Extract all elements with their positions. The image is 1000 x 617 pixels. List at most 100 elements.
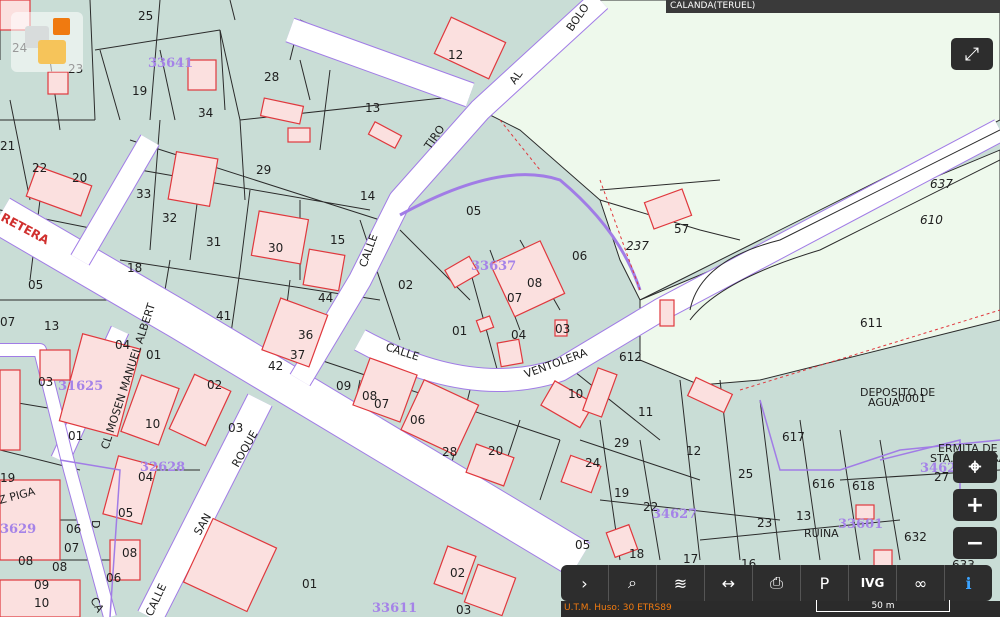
fullscreen-button[interactable]: ⤢ [951, 38, 993, 70]
svg-text:08: 08 [527, 276, 542, 290]
svg-text:616: 616 [812, 477, 835, 491]
svg-text:0001: 0001 [898, 392, 926, 405]
svg-text:19: 19 [132, 84, 147, 98]
svg-text:03: 03 [555, 322, 570, 336]
svg-text:03: 03 [38, 375, 53, 389]
svg-text:3629: 3629 [0, 522, 36, 537]
measure-icon: ↔ [721, 573, 736, 593]
svg-text:08: 08 [52, 560, 67, 574]
svg-text:09: 09 [336, 379, 351, 393]
app-logo [11, 12, 83, 72]
svg-text:12: 12 [686, 444, 701, 458]
layers-icon: ≋ [673, 573, 688, 593]
zoom-out-button[interactable]: − [953, 527, 997, 559]
svg-text:05: 05 [118, 506, 133, 520]
svg-text:18: 18 [629, 547, 644, 561]
cadastral-map[interactable]: 25 24 23 12 19 34 28 13 21 22 20 33 32 2… [0, 0, 1000, 617]
svg-text:31: 31 [206, 235, 221, 249]
svg-text:05: 05 [28, 278, 43, 292]
municipality-label: CALANDA(TERUEL) [666, 0, 1000, 13]
svg-text:19: 19 [614, 486, 629, 500]
svg-text:610: 610 [920, 213, 943, 227]
svg-text:12: 12 [448, 48, 463, 62]
svg-text:29: 29 [614, 436, 629, 450]
svg-text:07: 07 [507, 291, 522, 305]
ivg-button[interactable]: IVG [849, 565, 897, 601]
svg-text:612: 612 [619, 350, 642, 364]
svg-text:632: 632 [904, 530, 927, 544]
parking-button[interactable]: P [801, 565, 849, 601]
svg-text:33611: 33611 [372, 601, 417, 616]
svg-text:30: 30 [268, 241, 283, 255]
svg-text:18: 18 [127, 261, 142, 275]
expand-toolbar-button[interactable]: › [561, 565, 609, 601]
svg-text:07: 07 [374, 397, 389, 411]
locate-button[interactable]: ⌖ [953, 451, 997, 483]
svg-text:32628: 32628 [140, 460, 185, 475]
svg-text:28: 28 [264, 70, 279, 84]
svg-text:19: 19 [0, 471, 15, 485]
svg-text:237: 237 [626, 239, 649, 253]
svg-text:01: 01 [146, 348, 161, 362]
info-button[interactable]: ℹ [945, 565, 992, 601]
info-icon: ℹ [965, 573, 972, 593]
svg-text:14: 14 [360, 189, 375, 203]
svg-text:23: 23 [757, 516, 772, 530]
search-button[interactable]: ⌕ [609, 565, 657, 601]
svg-text:22: 22 [32, 161, 47, 175]
svg-text:637: 637 [930, 177, 953, 191]
svg-text:02: 02 [207, 378, 222, 392]
svg-text:20: 20 [72, 171, 87, 185]
binoculars-button[interactable]: ∞ [897, 565, 945, 601]
svg-text:24: 24 [585, 456, 600, 470]
svg-text:02: 02 [398, 278, 413, 292]
svg-text:01: 01 [302, 577, 317, 591]
svg-text:AGUA: AGUA [868, 396, 900, 409]
plus-icon: + [965, 492, 985, 518]
svg-text:44: 44 [318, 291, 333, 305]
zoom-in-button[interactable]: + [953, 489, 997, 521]
print-button[interactable]: ⎙ [753, 565, 801, 601]
svg-text:04: 04 [511, 328, 526, 342]
svg-text:42: 42 [268, 359, 283, 373]
svg-text:21: 21 [0, 139, 15, 153]
svg-text:57: 57 [674, 222, 689, 236]
svg-text:25: 25 [138, 9, 153, 23]
svg-text:05: 05 [466, 204, 481, 218]
svg-text:03: 03 [228, 421, 243, 435]
svg-text:617: 617 [782, 430, 805, 444]
svg-text:D: D [89, 520, 102, 528]
measure-button[interactable]: ↔ [705, 565, 753, 601]
svg-text:08: 08 [18, 554, 33, 568]
svg-text:06: 06 [66, 522, 81, 536]
svg-text:33641: 33641 [148, 56, 193, 71]
svg-text:28: 28 [442, 445, 457, 459]
svg-text:06: 06 [572, 249, 587, 263]
svg-text:01: 01 [68, 429, 83, 443]
svg-text:RUINA: RUINA [804, 527, 839, 540]
svg-text:13: 13 [796, 509, 811, 523]
svg-text:02: 02 [450, 566, 465, 580]
layers-button[interactable]: ≋ [657, 565, 705, 601]
svg-text:29: 29 [256, 163, 271, 177]
chevron-right-icon: › [581, 573, 588, 593]
svg-text:41: 41 [216, 309, 231, 323]
svg-text:04: 04 [115, 338, 130, 352]
svg-text:10: 10 [145, 417, 160, 431]
svg-text:13: 13 [365, 101, 380, 115]
svg-text:13: 13 [44, 319, 59, 333]
map-toolbar: › ⌕ ≋ ↔ ⎙ P IVG ∞ ℹ [561, 565, 1000, 601]
svg-text:08: 08 [122, 546, 137, 560]
scale-bar: 50 m [816, 600, 950, 612]
svg-text:33637: 33637 [471, 259, 516, 274]
svg-text:20: 20 [488, 444, 503, 458]
svg-text:03: 03 [456, 603, 471, 617]
svg-text:06: 06 [106, 571, 121, 585]
svg-text:01: 01 [452, 324, 467, 338]
svg-text:17: 17 [683, 552, 698, 566]
minus-icon: − [965, 530, 985, 556]
svg-text:36: 36 [298, 328, 313, 342]
svg-text:07: 07 [64, 541, 79, 555]
printer-icon: ⎙ [770, 573, 783, 592]
svg-text:06: 06 [410, 413, 425, 427]
